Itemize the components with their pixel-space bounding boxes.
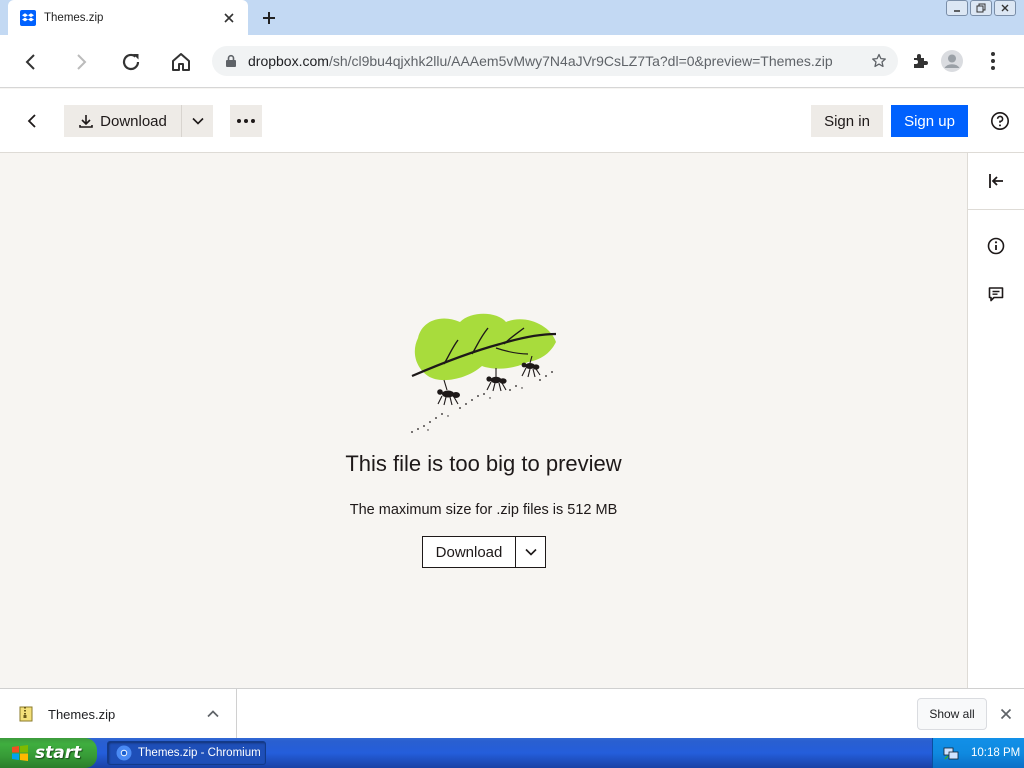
network-icon[interactable] — [943, 745, 959, 761]
url-path: /sh/cl9bu4qjxhk2llu/AAAem5vMwy7N4aJVr9Cs… — [328, 53, 833, 69]
info-icon[interactable] — [984, 234, 1008, 258]
preview-download-options-button[interactable] — [515, 537, 545, 567]
collapse-panel-icon[interactable] — [984, 169, 1008, 193]
lock-icon[interactable] — [224, 54, 238, 68]
minimize-button[interactable] — [946, 0, 968, 16]
download-label: Download — [100, 112, 167, 130]
browser-tab[interactable]: Themes.zip — [8, 0, 248, 35]
chevron-down-icon — [191, 117, 204, 125]
extensions-puzzle-icon[interactable] — [907, 48, 933, 74]
preview-download-button[interactable]: Download — [423, 537, 515, 567]
zip-file-icon — [18, 706, 34, 722]
browser-menu-icon[interactable] — [980, 48, 1006, 74]
downloaded-file-name: Themes.zip — [48, 706, 116, 722]
preview-area: This file is too big to preview The maxi… — [0, 153, 967, 688]
start-label: start — [35, 743, 82, 763]
taskbar-chromium-window[interactable]: Themes.zip - Chromium — [107, 741, 266, 765]
chromium-icon — [116, 745, 132, 761]
profile-avatar-icon[interactable] — [939, 48, 965, 74]
forward-arrow-icon[interactable] — [66, 47, 96, 77]
system-tray: 10:18 PM — [932, 738, 1024, 768]
chevron-left-icon[interactable] — [18, 107, 46, 135]
sign-in-button[interactable]: Sign in — [811, 105, 883, 137]
ants-carrying-leaf-illustration — [400, 308, 570, 438]
start-button[interactable]: start — [0, 738, 97, 768]
download-shelf: Themes.zip Show all — [0, 688, 1024, 739]
reload-icon[interactable] — [116, 47, 146, 77]
system-clock[interactable]: 10:18 PM — [971, 747, 1020, 759]
browser-tab-strip: Themes.zip — [0, 0, 1024, 35]
chevron-up-icon[interactable] — [202, 703, 224, 725]
bookmark-star-icon[interactable] — [870, 52, 888, 70]
comment-icon[interactable] — [984, 282, 1008, 306]
close-tab-icon[interactable] — [220, 9, 238, 27]
preview-subtitle: The maximum size for .zip files is 512 M… — [349, 502, 618, 518]
help-icon[interactable] — [988, 109, 1012, 133]
tab-title: Themes.zip — [44, 11, 104, 24]
windows-logo-icon — [10, 743, 30, 763]
url-domain: dropbox.com — [248, 53, 329, 69]
dropbox-icon — [20, 9, 36, 26]
ellipsis-icon — [237, 119, 255, 123]
restore-button[interactable] — [970, 0, 992, 16]
sign-up-button[interactable]: Sign up — [891, 105, 968, 137]
windows-taskbar: start Themes.zip - Chromium 10:18 PM — [0, 738, 1024, 768]
home-icon[interactable] — [166, 47, 196, 77]
taskbar-window-title: Themes.zip - Chromium — [138, 747, 261, 759]
show-all-downloads-button[interactable]: Show all — [917, 698, 987, 730]
chevron-down-icon — [524, 548, 537, 556]
right-sidebar-rail — [967, 153, 1024, 688]
new-tab-button[interactable] — [258, 7, 280, 29]
preview-title: This file is too big to preview — [345, 451, 622, 476]
close-shelf-icon[interactable] — [996, 704, 1016, 724]
rail-divider — [968, 209, 1024, 210]
more-options-button[interactable] — [230, 105, 262, 137]
preview-download-split-button: Download — [422, 536, 546, 568]
browser-toolbar: dropbox.com/sh/cl9bu4qjxhk2llu/AAAem5vMw… — [0, 35, 1024, 88]
close-window-button[interactable] — [994, 0, 1016, 16]
dropbox-header: Download Sign in Sign up — [0, 89, 1024, 153]
download-icon — [78, 113, 94, 129]
downloaded-file-item[interactable]: Themes.zip — [0, 689, 237, 739]
url-text: dropbox.com/sh/cl9bu4qjxhk2llu/AAAem5vMw… — [248, 53, 833, 69]
download-button[interactable]: Download — [64, 105, 181, 137]
download-split-button: Download — [64, 105, 213, 137]
address-bar[interactable]: dropbox.com/sh/cl9bu4qjxhk2llu/AAAem5vMw… — [212, 46, 898, 76]
download-options-button[interactable] — [181, 105, 213, 137]
window-controls — [946, 0, 1016, 16]
back-arrow-icon[interactable] — [16, 47, 46, 77]
